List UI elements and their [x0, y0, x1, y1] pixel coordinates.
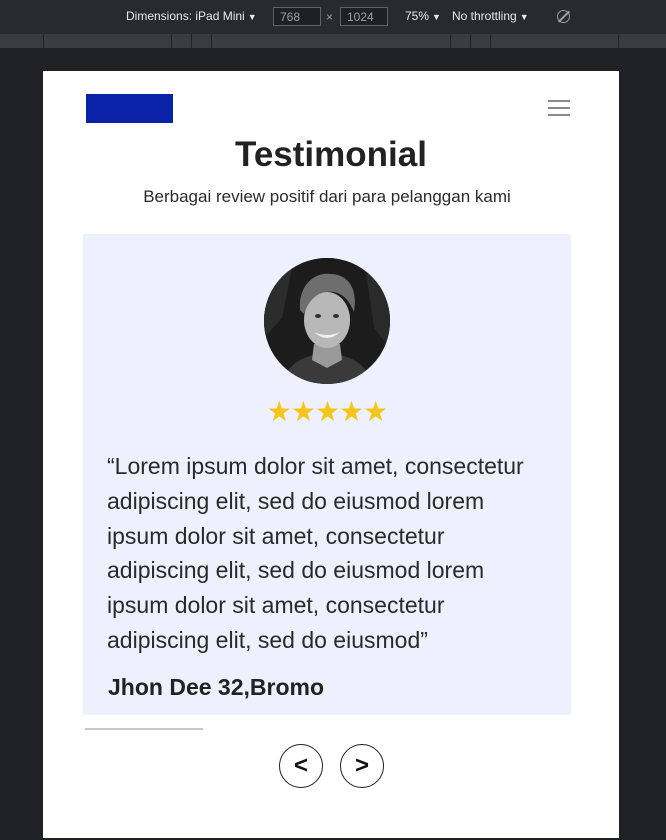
avatar: [264, 258, 390, 384]
rotate-icon[interactable]: [557, 10, 570, 23]
page-title: Testimonial: [235, 135, 427, 174]
carousel-progress-indicator: [85, 728, 203, 730]
devtools-device-toolbar: Dimensions: iPad Mini ▼ 768 × 1024 75% ▼ N…: [0, 0, 666, 35]
testimonial-card: ★★★★★ “Lorem ipsum dolor sit amet, conse…: [83, 234, 571, 715]
page-subtitle: Berbagai review positif dari para pelang…: [143, 187, 511, 206]
throttling-label: No throttling: [452, 9, 517, 23]
dimensions-dropdown[interactable]: Dimensions: iPad Mini ▼: [126, 9, 257, 23]
dimensions-label: Dimensions: iPad Mini: [126, 9, 245, 23]
times-sign: ×: [326, 10, 334, 24]
caret-down-icon: ▼: [432, 12, 441, 22]
testimonial-quote: “Lorem ipsum dolor sit amet, consectetur…: [107, 453, 524, 653]
width-input[interactable]: 768: [273, 7, 321, 26]
site-logo[interactable]: [86, 94, 173, 123]
media-query-ruler: [0, 34, 666, 48]
rating-stars: ★★★★★: [266, 396, 389, 427]
previous-button[interactable]: <: [279, 744, 323, 788]
hamburger-menu-icon[interactable]: [548, 98, 570, 116]
caret-down-icon: ▼: [519, 12, 529, 22]
zoom-dropdown[interactable]: 75% ▼: [405, 9, 441, 23]
device-viewport: Testimonial Berbagai review positif dari…: [43, 71, 619, 840]
next-button[interactable]: >: [340, 744, 384, 788]
throttling-dropdown[interactable]: No throttling ▼: [452, 9, 529, 23]
testimonial-author: Jhon Dee 32,Bromo: [108, 674, 324, 700]
caret-down-icon: ▼: [247, 12, 257, 22]
zoom-label: 75%: [405, 9, 430, 23]
height-input[interactable]: 1024: [340, 7, 388, 26]
